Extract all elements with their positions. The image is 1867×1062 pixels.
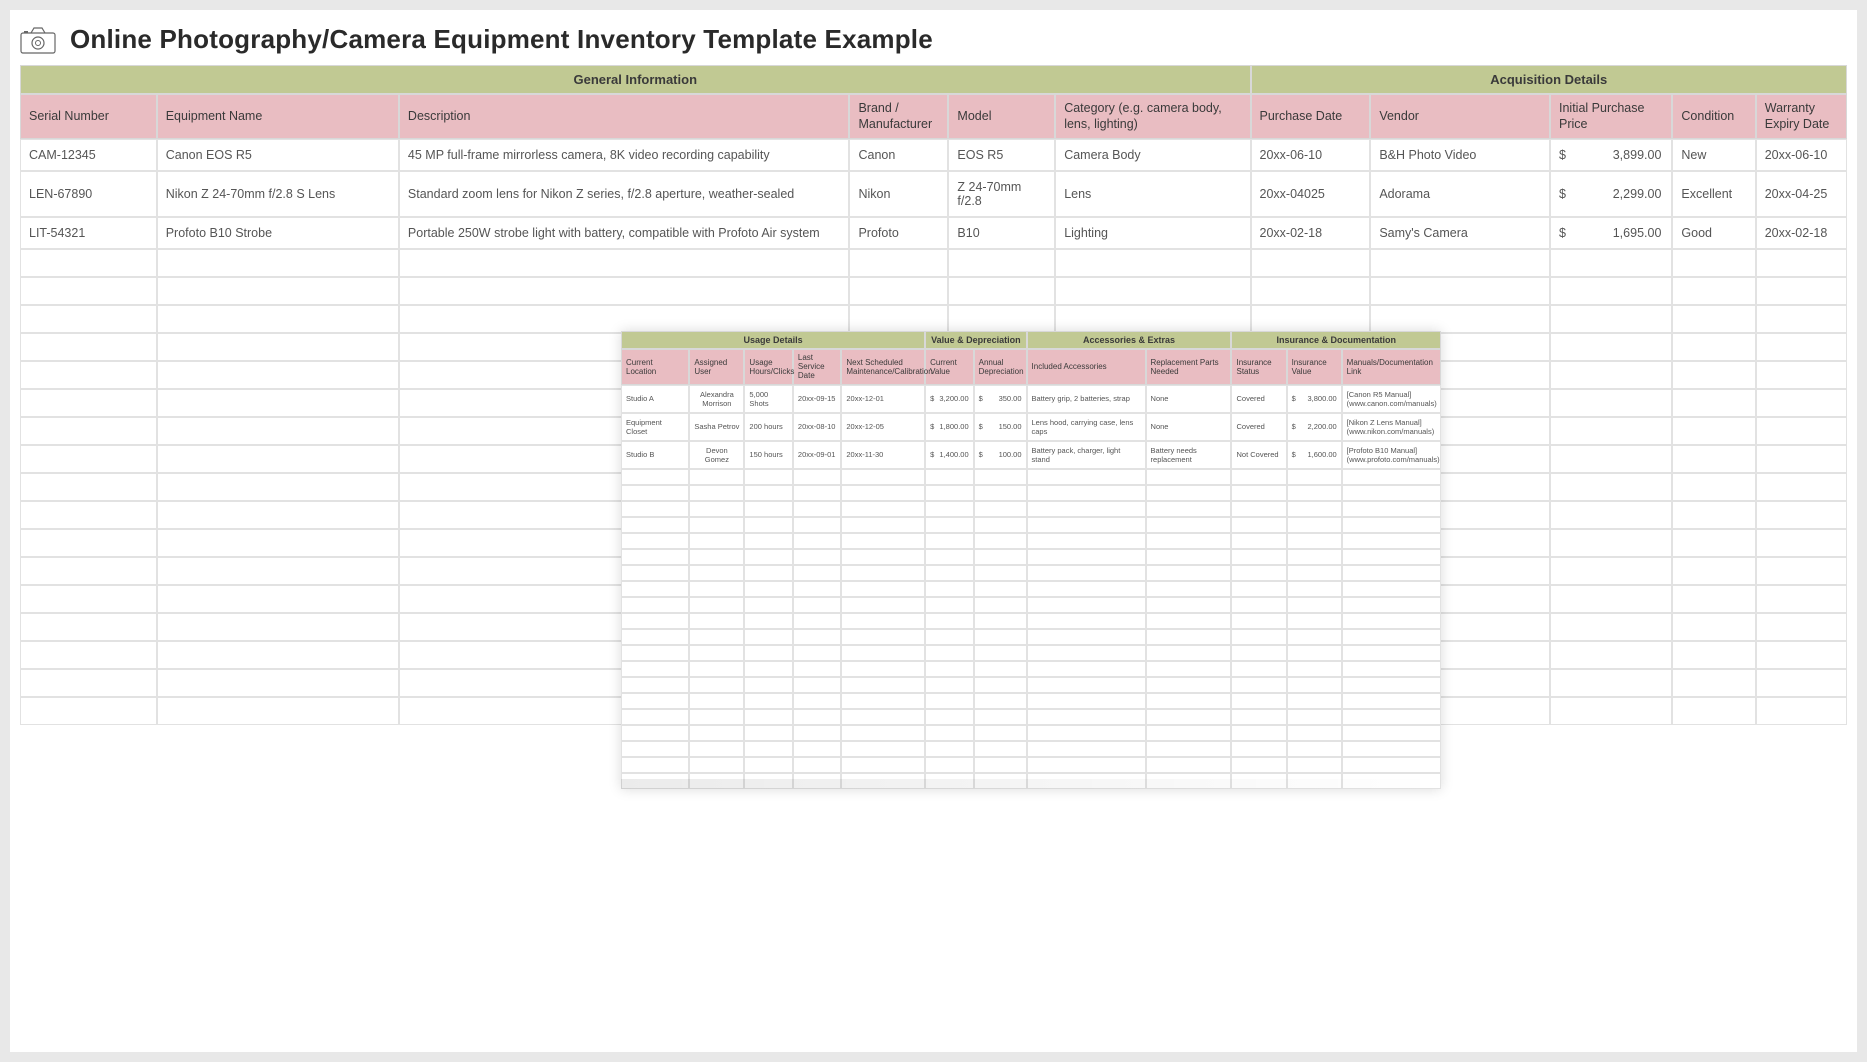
table-row-empty — [20, 249, 1847, 277]
table-row-empty — [621, 597, 1441, 613]
money-cell: $2,200.00 — [1287, 413, 1342, 441]
table-row-empty — [621, 709, 1441, 725]
table-row: LEN-67890Nikon Z 24-70mm f/2.8 S LensSta… — [20, 171, 1847, 217]
col-lsd: Last Service Date — [793, 349, 841, 385]
col-nsd: Next Scheduled Maintenance/Calibration — [841, 349, 925, 385]
money-cell: $3,899.00 — [1550, 139, 1672, 171]
table-row-empty — [621, 565, 1441, 581]
section-value: Value & Depreciation — [925, 331, 1026, 349]
table-row-empty — [621, 501, 1441, 517]
table-row-empty — [621, 549, 1441, 565]
table-row-empty — [621, 677, 1441, 693]
col-acc: Included Accessories — [1027, 349, 1146, 385]
table-row-empty — [621, 469, 1441, 485]
col-model: Model — [948, 94, 1055, 139]
table-row-empty — [621, 517, 1441, 533]
col-hours: Usage Hours/Clicks — [744, 349, 792, 385]
col-brand: Brand / Manufacturer — [849, 94, 948, 139]
section-general: General Information — [20, 65, 1251, 94]
col-istat: Insurance Status — [1231, 349, 1286, 385]
overlay-panel: Usage Details Value & Depreciation Acces… — [621, 331, 1441, 789]
table-row: Studio AAlexandra Morrison5,000 Shots20x… — [621, 385, 1441, 413]
money-cell: $1,400.00 — [925, 441, 973, 469]
col-vendor: Vendor — [1370, 94, 1550, 139]
col-rep: Replacement Parts Needed — [1146, 349, 1232, 385]
camera-icon — [20, 26, 56, 54]
table-row-empty — [621, 725, 1441, 741]
money-cell: $1,695.00 — [1550, 217, 1672, 249]
table-row-empty — [621, 693, 1441, 709]
money-cell: $150.00 — [974, 413, 1027, 441]
col-serial: Serial Number — [20, 94, 157, 139]
money-cell: $1,600.00 — [1287, 441, 1342, 469]
section-acquisition: Acquisition Details — [1251, 65, 1847, 94]
col-ival: Insurance Value — [1287, 349, 1342, 385]
col-ad: Annual Depreciation — [974, 349, 1027, 385]
money-cell: $350.00 — [974, 385, 1027, 413]
section-accessories: Accessories & Extras — [1027, 331, 1232, 349]
money-cell: $3,200.00 — [925, 385, 973, 413]
section-usage: Usage Details — [621, 331, 925, 349]
table-row-empty — [621, 629, 1441, 645]
page-title: Online Photography/Camera Equipment Inve… — [70, 24, 933, 55]
table-row-empty — [621, 581, 1441, 597]
col-pdate: Purchase Date — [1251, 94, 1371, 139]
col-auser: Assigned User — [689, 349, 744, 385]
money-cell: $3,800.00 — [1287, 385, 1342, 413]
money-cell: $1,800.00 — [925, 413, 973, 441]
table-row: LIT-54321Profoto B10 StrobePortable 250W… — [20, 217, 1847, 249]
table-row: CAM-12345Canon EOS R545 MP full-frame mi… — [20, 139, 1847, 171]
header: Online Photography/Camera Equipment Inve… — [10, 10, 1857, 63]
col-man: Manuals/Documentation Link — [1342, 349, 1441, 385]
details-table: Usage Details Value & Depreciation Acces… — [621, 331, 1441, 789]
table-row-empty — [621, 645, 1441, 661]
inventory-document: Online Photography/Camera Equipment Inve… — [10, 10, 1857, 1052]
table-row-empty — [621, 741, 1441, 757]
col-cv: Current Value — [925, 349, 973, 385]
table-row-empty — [621, 661, 1441, 677]
table-row: Studio BDevon Gomez150 hours20xx-09-0120… — [621, 441, 1441, 469]
col-name: Equipment Name — [157, 94, 399, 139]
table-row: Equipment ClosetSasha Petrov200 hours20x… — [621, 413, 1441, 441]
table-row-empty — [621, 533, 1441, 549]
table-row-empty — [20, 305, 1847, 333]
table-row-empty — [20, 277, 1847, 305]
table-row-empty — [621, 613, 1441, 629]
col-desc: Description — [399, 94, 850, 139]
section-insurance: Insurance & Documentation — [1231, 331, 1441, 349]
col-price: Initial Purchase Price — [1550, 94, 1672, 139]
scrollbar-hint[interactable] — [621, 779, 1441, 789]
col-cond: Condition — [1672, 94, 1755, 139]
col-loc: Current Location — [621, 349, 689, 385]
col-warr: Warranty Expiry Date — [1756, 94, 1847, 139]
money-cell: $2,299.00 — [1550, 171, 1672, 217]
table-row-empty — [621, 757, 1441, 773]
table-row-empty — [621, 485, 1441, 501]
col-category: Category (e.g. camera body, lens, lighti… — [1055, 94, 1250, 139]
money-cell: $100.00 — [974, 441, 1027, 469]
